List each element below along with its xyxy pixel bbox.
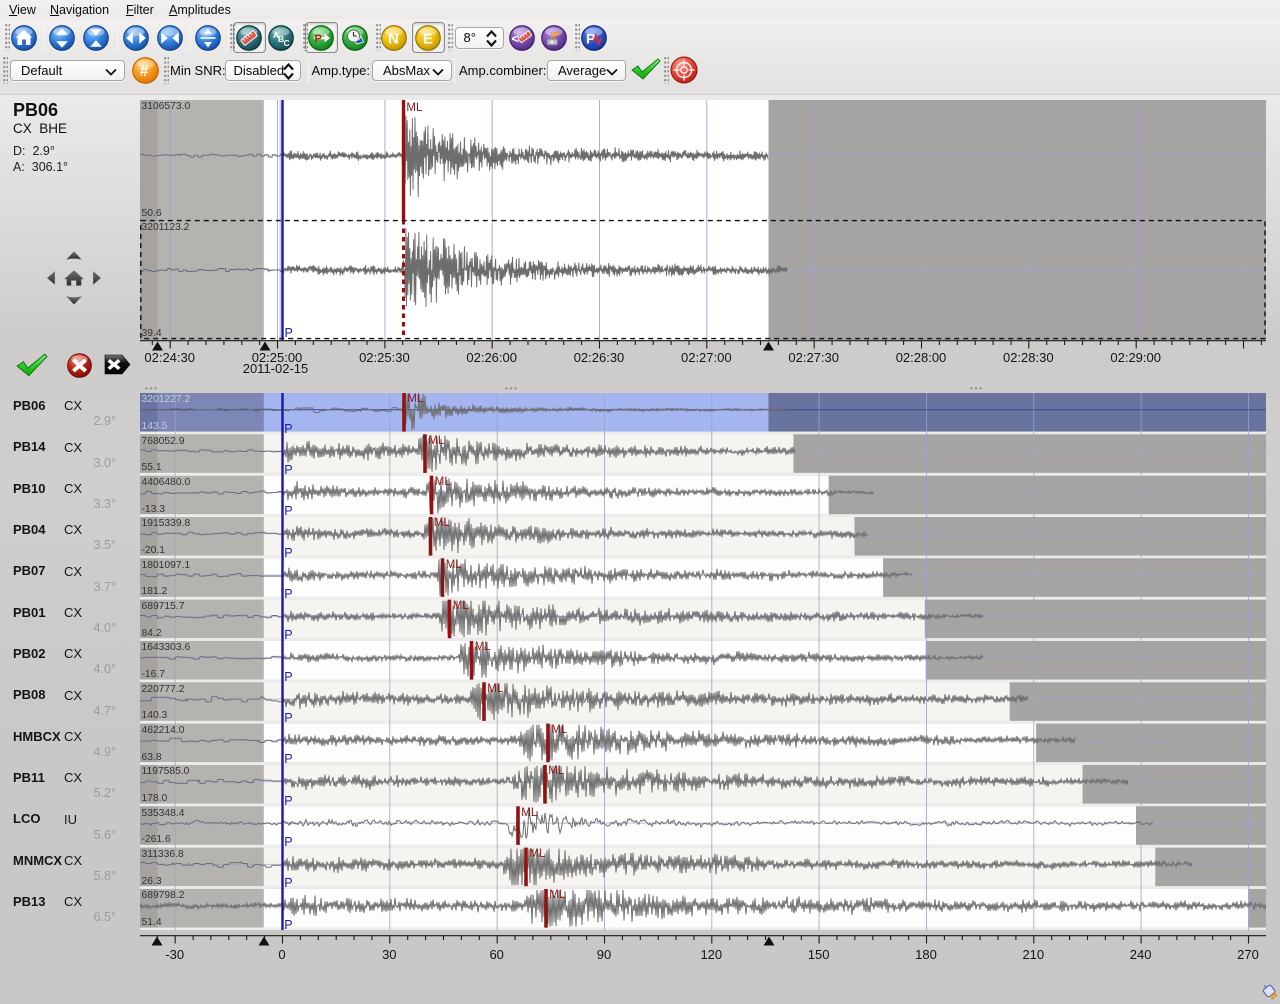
svg-text:#: # (139, 63, 148, 80)
svg-text:E: E (423, 30, 433, 47)
svg-text:N: N (388, 30, 399, 47)
svg-text:C: C (284, 38, 290, 48)
svg-text:P: P (315, 33, 322, 45)
